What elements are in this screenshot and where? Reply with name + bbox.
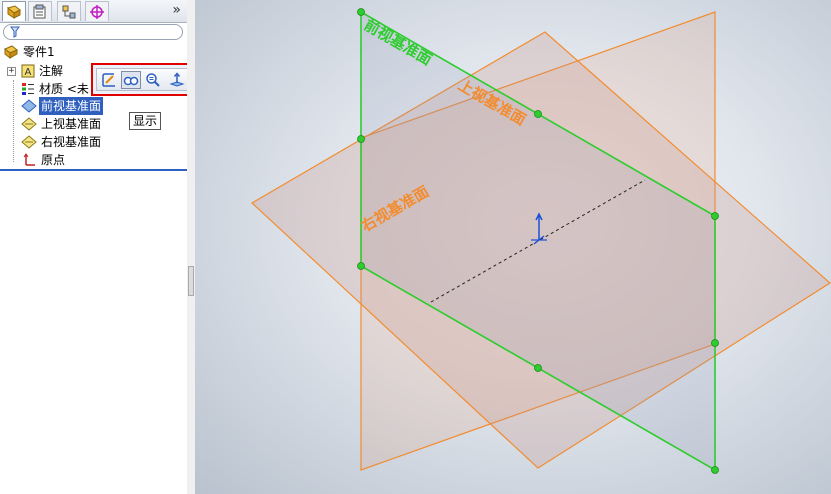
tree-item-top-plane[interactable]: 上视基准面 bbox=[21, 115, 101, 133]
tree-root-label: 零件1 bbox=[23, 45, 55, 59]
context-toolbar-body bbox=[96, 68, 194, 91]
splitter-grip[interactable] bbox=[188, 266, 194, 296]
panel-tab-bar: » bbox=[0, 0, 187, 23]
context-toolbar bbox=[91, 63, 199, 96]
edit-sketch-button[interactable] bbox=[99, 71, 119, 89]
tree-item-label: 注解 bbox=[39, 64, 64, 78]
normal-to-button[interactable] bbox=[167, 71, 187, 89]
dimxpert-manager-tab[interactable] bbox=[85, 1, 109, 21]
tree-root-part[interactable]: 零件1 bbox=[3, 43, 55, 61]
tree-item-annotations[interactable]: A 注解 bbox=[21, 62, 63, 80]
part-icon bbox=[4, 45, 18, 60]
tree-item-material[interactable]: 材质 <未 bbox=[21, 80, 89, 98]
origin-icon bbox=[23, 153, 35, 166]
tree-item-label: 原点 bbox=[41, 153, 66, 167]
plane-icon bbox=[21, 99, 37, 113]
show-hide-button[interactable] bbox=[121, 71, 141, 89]
feature-manager-tab[interactable] bbox=[2, 1, 26, 21]
crosshair-icon bbox=[90, 4, 104, 19]
panel-divider bbox=[0, 169, 187, 171]
graphics-area[interactable]: 前视基准面 上视基准面 右视基准面 bbox=[195, 0, 831, 494]
zoom-to-selection-icon bbox=[146, 73, 160, 87]
configuration-manager-tab[interactable] bbox=[57, 1, 81, 21]
plane-icon bbox=[21, 135, 37, 149]
tree-connector-line bbox=[13, 80, 14, 162]
tree-item-label: 前视基准面 bbox=[39, 97, 104, 115]
plane-icon bbox=[21, 117, 37, 131]
annotation-icon: A bbox=[21, 64, 35, 78]
expand-toggle[interactable]: + bbox=[7, 67, 16, 76]
edit-sketch-icon bbox=[102, 73, 115, 87]
expand-tabs-button[interactable]: » bbox=[172, 2, 181, 18]
property-manager-tab[interactable] bbox=[28, 1, 52, 21]
tree-item-origin[interactable]: 原点 bbox=[21, 151, 65, 169]
tree-item-label: 右视基准面 bbox=[41, 135, 102, 149]
filter-icon bbox=[10, 26, 20, 38]
tree-item-right-plane[interactable]: 右视基准面 bbox=[21, 133, 101, 151]
configuration-manager-icon bbox=[62, 5, 76, 18]
show-hide-icon bbox=[123, 76, 139, 86]
svg-text:A: A bbox=[25, 67, 32, 78]
tooltip: 显示 bbox=[129, 112, 162, 130]
tree-item-label: 材质 <未 bbox=[39, 82, 89, 96]
feature-manager-panel: » 零件1 + A 注解 材质 <未 前视基准面 上视基准面 右视基准面 原点 bbox=[0, 0, 199, 494]
material-icon bbox=[22, 83, 34, 95]
tree-filter-input[interactable] bbox=[3, 24, 183, 40]
planes-view[interactable]: 前视基准面 上视基准面 右视基准面 bbox=[195, 0, 831, 494]
feature-tree-icon bbox=[6, 4, 21, 19]
property-manager-icon bbox=[33, 4, 46, 18]
normal-to-icon bbox=[169, 72, 185, 87]
tree-item-label: 上视基准面 bbox=[41, 117, 102, 131]
tree-item-front-plane[interactable]: 前视基准面 bbox=[21, 97, 104, 115]
zoom-to-selection-button[interactable] bbox=[143, 71, 163, 89]
